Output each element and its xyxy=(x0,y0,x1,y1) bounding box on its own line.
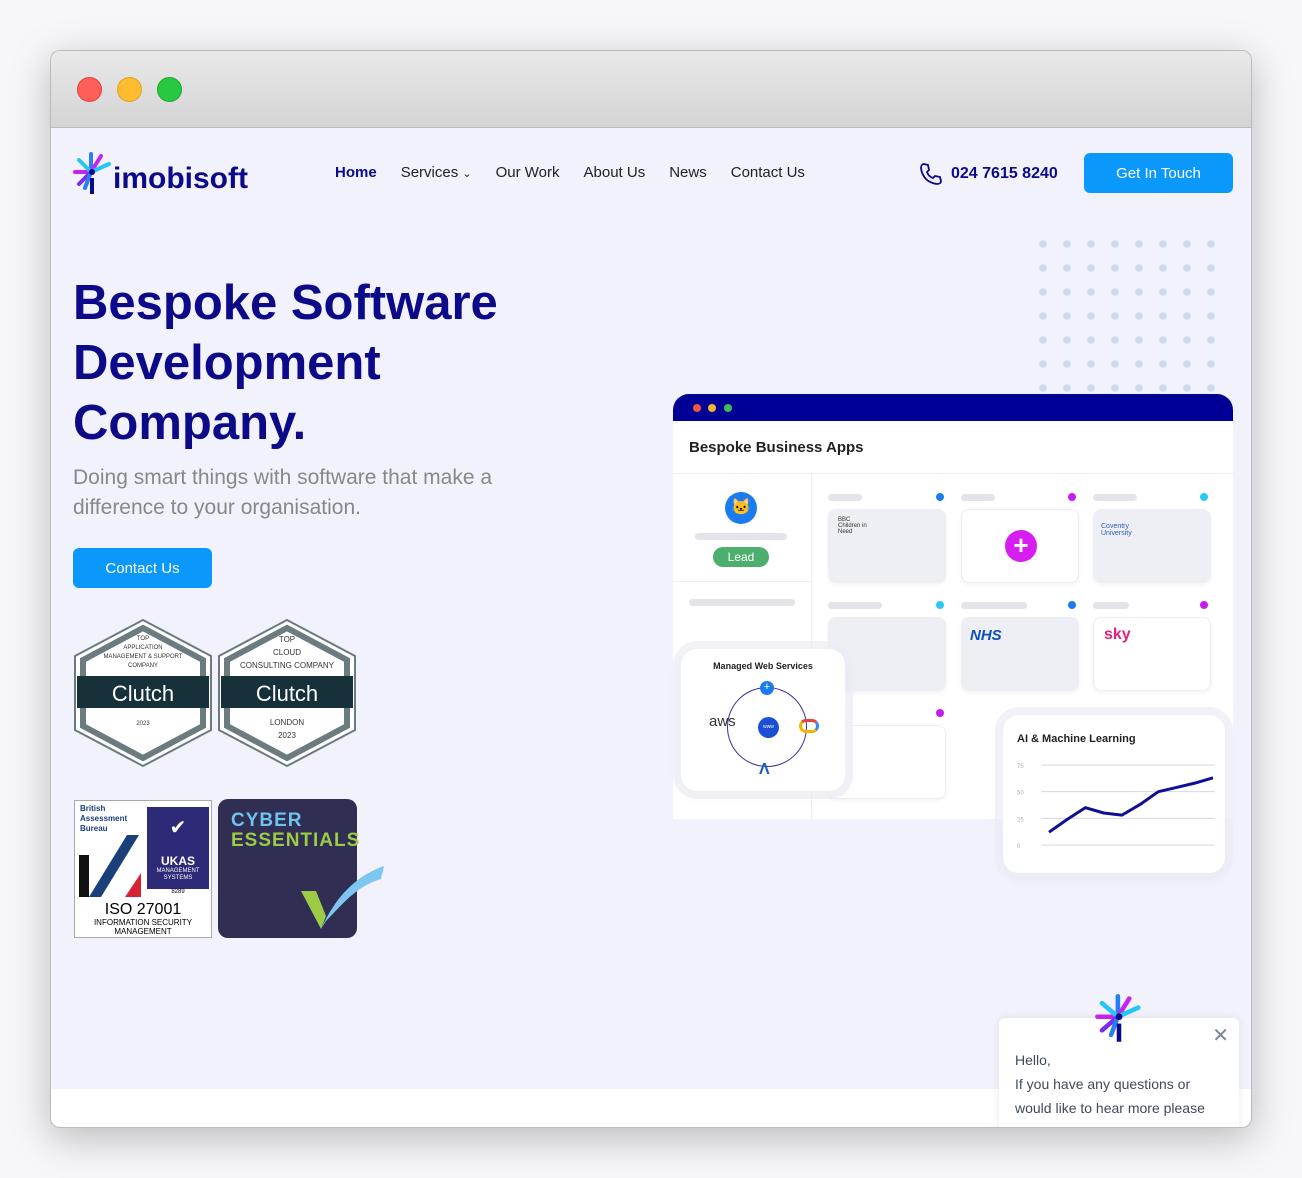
client-card-sky: sky xyxy=(1093,617,1211,691)
badge-year: 2023 xyxy=(278,731,296,740)
chat-avatar-logo[interactable] xyxy=(1094,994,1144,1044)
y-tick-label: 50 xyxy=(1017,791,1024,797)
bbc-logo: BBC Children in Need xyxy=(838,517,867,535)
clutch-logo: Clutch xyxy=(112,681,174,706)
nav-home[interactable]: Home xyxy=(335,164,377,181)
client-card-nhs: NHS xyxy=(961,617,1079,691)
badge-text: APPLICATION xyxy=(123,645,162,651)
get-in-touch-button[interactable]: Get In Touch xyxy=(1084,153,1233,193)
client-card-coventry: Coventry University xyxy=(1093,509,1211,583)
ai-ml-card: AI & Machine Learning 0 25 50 75 xyxy=(1003,715,1225,873)
nav-services-label: Services xyxy=(400,164,459,181)
client-card-bbc: BBC Children in Need xyxy=(828,509,946,583)
browser-window: imobisoft Home Services ⌄ Our Work About… xyxy=(50,50,1252,1128)
nhs-logo: NHS xyxy=(970,627,1002,644)
nav-about-us[interactable]: About Us xyxy=(584,164,646,181)
y-tick-label: 25 xyxy=(1017,817,1024,823)
iso-27001-badge: British Assessment Bureau ✔ UKAS MANAGEM… xyxy=(74,800,212,938)
iso-title: ISO 27001 xyxy=(104,901,182,918)
cyber-text: CYBER xyxy=(231,810,303,831)
close-button[interactable] xyxy=(77,77,102,102)
badge-text: CLOUD xyxy=(273,648,301,657)
essentials-text: ESSENTIALS xyxy=(231,830,361,851)
phone-icon xyxy=(920,163,942,185)
series-line xyxy=(1048,776,1214,834)
coventry-logo: Coventry University xyxy=(1101,523,1132,537)
main-nav: Home Services ⌄ Our Work About Us News C… xyxy=(335,164,805,181)
nav-news[interactable]: News xyxy=(669,164,707,181)
page: imobisoft Home Services ⌄ Our Work About… xyxy=(51,128,1251,1127)
google-cloud-icon xyxy=(799,719,819,733)
phone-number: 024 7615 8240 xyxy=(951,165,1058,182)
chat-message: If you have any questions or would like … xyxy=(1015,1076,1205,1127)
globe-icon: www xyxy=(758,717,779,738)
nav-services[interactable]: Services ⌄ xyxy=(401,164,472,181)
title-bar xyxy=(51,51,1251,128)
mockup-title: Bespoke Business Apps xyxy=(689,439,864,456)
ukas-sub: MANAGEMENT SYSTEMS xyxy=(156,868,200,881)
lead-badge: Lead xyxy=(713,547,769,567)
y-tick-label: 0 xyxy=(1017,844,1021,850)
decorative-dots xyxy=(1031,232,1231,392)
logo[interactable]: imobisoft xyxy=(73,152,248,196)
badge-text: MANAGEMENT & SUPPORT xyxy=(103,654,182,660)
plus-icon: + xyxy=(760,681,774,695)
badge-text: CONSULTING COMPANY xyxy=(240,661,335,670)
check-circle-icon: ✔ xyxy=(169,817,187,839)
add-card: + xyxy=(961,509,1079,583)
ukas-text: UKAS xyxy=(160,854,195,868)
maximize-button[interactable] xyxy=(157,77,182,102)
clutch-badge-application: TOP APPLICATION MANAGEMENT & SUPPORT COM… xyxy=(74,618,212,768)
ukas-number: 8289 xyxy=(171,889,185,895)
web-card-title: Managed Web Services xyxy=(713,661,813,671)
mockup-titlebar xyxy=(673,394,1233,421)
checkmark-icon xyxy=(301,866,384,929)
badge-text: TOP xyxy=(279,635,295,644)
chat-greeting: Hello, xyxy=(1015,1052,1051,1068)
badge-city: LONDON xyxy=(270,718,304,727)
close-icon[interactable]: ✕ xyxy=(1212,1024,1229,1048)
ai-card-title: AI & Machine Learning xyxy=(1017,733,1136,745)
minimize-button[interactable] xyxy=(117,77,142,102)
logo-burst-icon xyxy=(73,152,111,194)
bab-logo xyxy=(79,835,141,897)
managed-web-services-card: Managed Web Services + aws www Λ xyxy=(681,649,845,791)
hero-subtitle: Doing smart things with software that ma… xyxy=(73,466,493,519)
badge-text: COMPANY xyxy=(128,663,158,669)
aws-logo: aws xyxy=(709,713,736,730)
plus-icon: + xyxy=(1005,530,1037,562)
sky-logo: sky xyxy=(1104,626,1131,643)
bab-text: British Assessment Bureau xyxy=(80,804,128,833)
badge-text: TOP xyxy=(137,636,149,642)
clutch-badge-cloud: TOP CLOUD CONSULTING COMPANY Clutch LOND… xyxy=(218,618,356,768)
iso-subtitle: INFORMATION SECURITY MANAGEMENT xyxy=(93,918,193,936)
business-apps-mockup: Bespoke Business Apps 🐱 Lead BBC Childre… xyxy=(673,394,1233,873)
contact-us-button[interactable]: Contact Us xyxy=(73,548,212,588)
ai-line-chart: 0 25 50 75 xyxy=(1017,764,1215,850)
azure-icon: Λ xyxy=(759,761,770,778)
nav-our-work[interactable]: Our Work xyxy=(496,164,560,181)
ukas-logo: ✔ UKAS MANAGEMENT SYSTEMS xyxy=(147,807,209,889)
clutch-logo: Clutch xyxy=(256,681,318,706)
y-tick-label: 75 xyxy=(1017,764,1024,770)
chevron-down-icon: ⌄ xyxy=(462,168,472,180)
badge-year: 2023 xyxy=(136,721,150,727)
hero-title: Bespoke Software Development Company. xyxy=(73,276,498,450)
logo-text: imobisoft xyxy=(113,162,248,195)
phone-link[interactable]: 024 7615 8240 xyxy=(919,162,1058,186)
nav-contact-us[interactable]: Contact Us xyxy=(731,164,805,181)
avatar: 🐱 xyxy=(725,492,757,524)
